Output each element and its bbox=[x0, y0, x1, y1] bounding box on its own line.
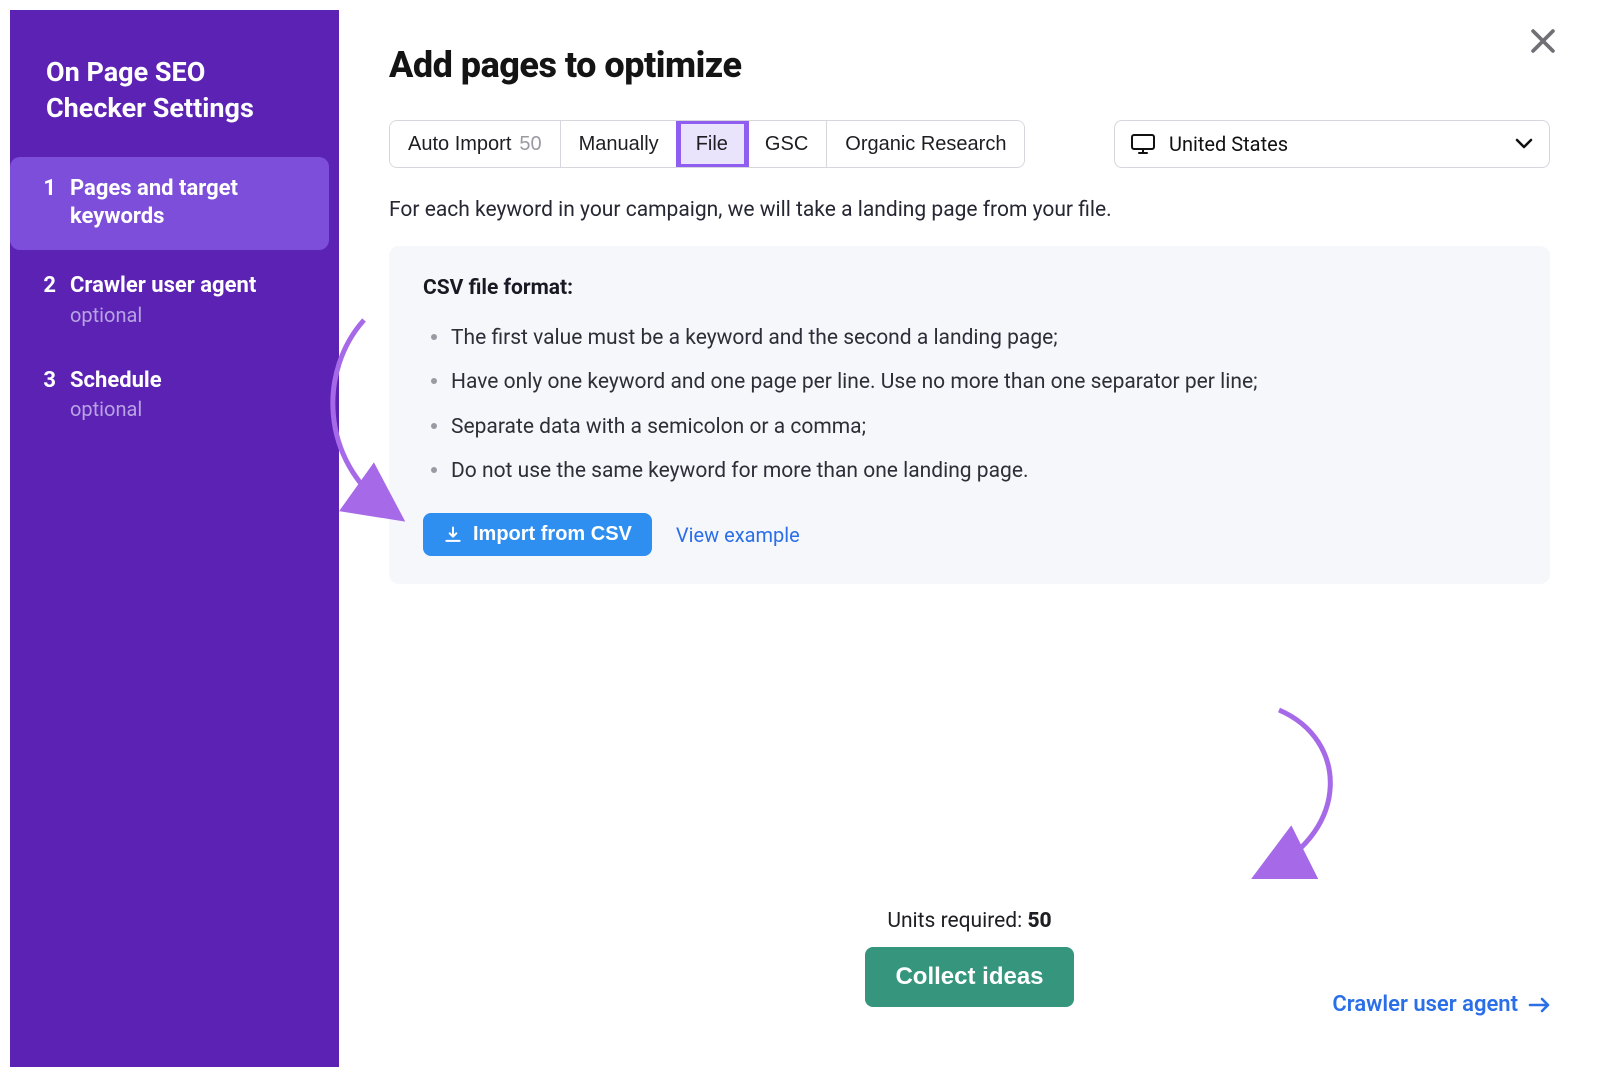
step-number: 2 bbox=[38, 272, 56, 301]
tab-file[interactable]: File bbox=[678, 121, 747, 167]
chevron-down-icon bbox=[1515, 138, 1533, 150]
app-shell: On Page SEO Checker Settings 1 Pages and… bbox=[0, 0, 1600, 1077]
collect-ideas-button[interactable]: Collect ideas bbox=[865, 947, 1073, 1007]
units-required: Units required: 50 bbox=[887, 909, 1051, 933]
units-value: 50 bbox=[1027, 909, 1051, 933]
step-number: 1 bbox=[38, 175, 56, 204]
country-label: United States bbox=[1169, 132, 1288, 156]
sidebar-step-schedule[interactable]: 3 Schedule optional bbox=[10, 349, 329, 440]
list-item: The first value must be a keyword and th… bbox=[423, 316, 1516, 360]
list-item: Have only one keyword and one page per l… bbox=[423, 360, 1516, 404]
description-text: For each keyword in your campaign, we wi… bbox=[389, 198, 1550, 222]
csv-format-card: CSV file format: The first value must be… bbox=[389, 246, 1550, 584]
csv-rules-list: The first value must be a keyword and th… bbox=[423, 316, 1516, 493]
import-csv-button[interactable]: Import from CSV bbox=[423, 513, 652, 556]
step-label: Schedule bbox=[70, 367, 162, 396]
tab-label: File bbox=[696, 133, 728, 156]
csv-card-title: CSV file format: bbox=[423, 276, 1516, 300]
top-bar: Auto Import 50 Manually File GSC Organic… bbox=[389, 120, 1550, 168]
sidebar-step-crawler-agent[interactable]: 2 Crawler user agent optional bbox=[10, 254, 329, 345]
card-actions: Import from CSV View example bbox=[423, 513, 1516, 556]
tab-organic-research[interactable]: Organic Research bbox=[827, 121, 1024, 167]
view-example-link[interactable]: View example bbox=[676, 523, 800, 547]
tab-label: Manually bbox=[579, 133, 659, 156]
tab-count: 50 bbox=[519, 133, 541, 156]
step-label: Pages and target keywords bbox=[70, 175, 309, 232]
page-title: Add pages to optimize bbox=[389, 44, 1550, 86]
desktop-icon bbox=[1131, 134, 1155, 154]
download-icon bbox=[443, 525, 463, 545]
sidebar-step-pages-keywords[interactable]: 1 Pages and target keywords bbox=[10, 157, 329, 250]
list-item: Do not use the same keyword for more tha… bbox=[423, 449, 1516, 493]
tab-label: GSC bbox=[765, 133, 808, 156]
list-item: Separate data with a semicolon or a comm… bbox=[423, 405, 1516, 449]
next-step-link[interactable]: Crawler user agent bbox=[1332, 992, 1552, 1017]
step-number: 3 bbox=[38, 367, 56, 396]
arrow-right-icon bbox=[1528, 996, 1552, 1014]
step-sublabel: optional bbox=[70, 397, 162, 421]
sidebar-title: On Page SEO Checker Settings bbox=[0, 54, 339, 157]
next-step-label: Crawler user agent bbox=[1332, 992, 1518, 1017]
step-label: Crawler user agent bbox=[70, 272, 256, 301]
tab-gsc[interactable]: GSC bbox=[747, 121, 827, 167]
import-method-tabs: Auto Import 50 Manually File GSC Organic… bbox=[389, 120, 1025, 168]
tab-label: Auto Import bbox=[408, 133, 511, 156]
button-label: Import from CSV bbox=[473, 523, 632, 546]
tab-label: Organic Research bbox=[845, 133, 1006, 156]
sidebar: On Page SEO Checker Settings 1 Pages and… bbox=[0, 0, 339, 1077]
footer: Units required: 50 Collect ideas Crawler… bbox=[339, 909, 1600, 1077]
step-sublabel: optional bbox=[70, 303, 256, 327]
country-select[interactable]: United States bbox=[1114, 120, 1550, 168]
tab-auto-import[interactable]: Auto Import 50 bbox=[390, 121, 561, 167]
close-icon bbox=[1526, 24, 1560, 58]
tab-manually[interactable]: Manually bbox=[561, 121, 678, 167]
units-label: Units required: bbox=[887, 909, 1027, 933]
annotation-arrow-to-collect bbox=[1209, 700, 1359, 880]
close-button[interactable] bbox=[1526, 24, 1560, 58]
